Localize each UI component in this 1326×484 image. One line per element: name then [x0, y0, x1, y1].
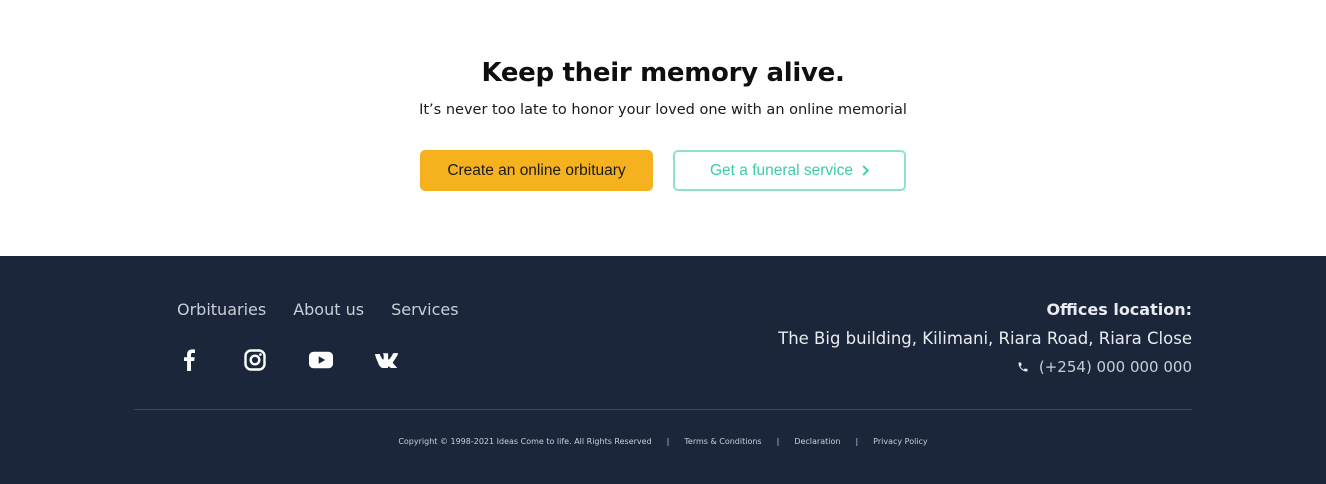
legal-bar: Copyright © 1998-2021 Ideas Come to life… [0, 437, 1326, 446]
instagram-icon[interactable] [243, 348, 267, 372]
facebook-icon[interactable] [177, 348, 201, 372]
chevron-right-icon [862, 165, 869, 176]
phone-icon [1018, 362, 1028, 372]
social-links [177, 348, 441, 372]
office-address: The Big building, Kilimani, Riara Road, … [778, 329, 1192, 348]
funeral-service-label: Get a funeral service [709, 161, 853, 179]
nav-link-about-us[interactable]: About us [293, 300, 364, 319]
vk-icon[interactable] [375, 348, 399, 372]
footer-divider [134, 409, 1192, 410]
nav-link-services[interactable]: Services [391, 300, 458, 319]
footer-nav: Orbituaries About us Services [177, 300, 486, 319]
office-info: Offices location: The Big building, Kili… [778, 300, 1192, 376]
privacy-policy-link[interactable]: Privacy Policy [873, 437, 928, 446]
site-footer: Orbituaries About us Services Offices lo… [0, 256, 1326, 484]
create-orbituary-label: Create an online orbituary [447, 161, 626, 179]
office-heading: Offices location: [1046, 300, 1192, 319]
youtube-icon[interactable] [309, 348, 333, 372]
cta-section: Keep their memory alive. It’s never too … [0, 0, 1326, 256]
create-orbituary-button[interactable]: Create an online orbituary [420, 150, 653, 191]
cta-title: Keep their memory alive. [481, 58, 845, 88]
separator: | [855, 437, 859, 446]
separator: | [776, 437, 780, 446]
declaration-link[interactable]: Declaration [794, 437, 840, 446]
phone-number[interactable]: (+254) 000 000 000 [1039, 358, 1192, 376]
separator: | [666, 437, 670, 446]
cta-subtitle: It’s never too late to honor your loved … [419, 102, 907, 118]
nav-link-orbituaries[interactable]: Orbituaries [177, 300, 266, 319]
terms-link[interactable]: Terms & Conditions [684, 437, 761, 446]
copyright-text: Copyright © 1998-2021 Ideas Come to life… [398, 437, 652, 446]
phone-row: (+254) 000 000 000 [778, 358, 1192, 376]
funeral-service-button[interactable]: Get a funeral service [673, 150, 906, 191]
